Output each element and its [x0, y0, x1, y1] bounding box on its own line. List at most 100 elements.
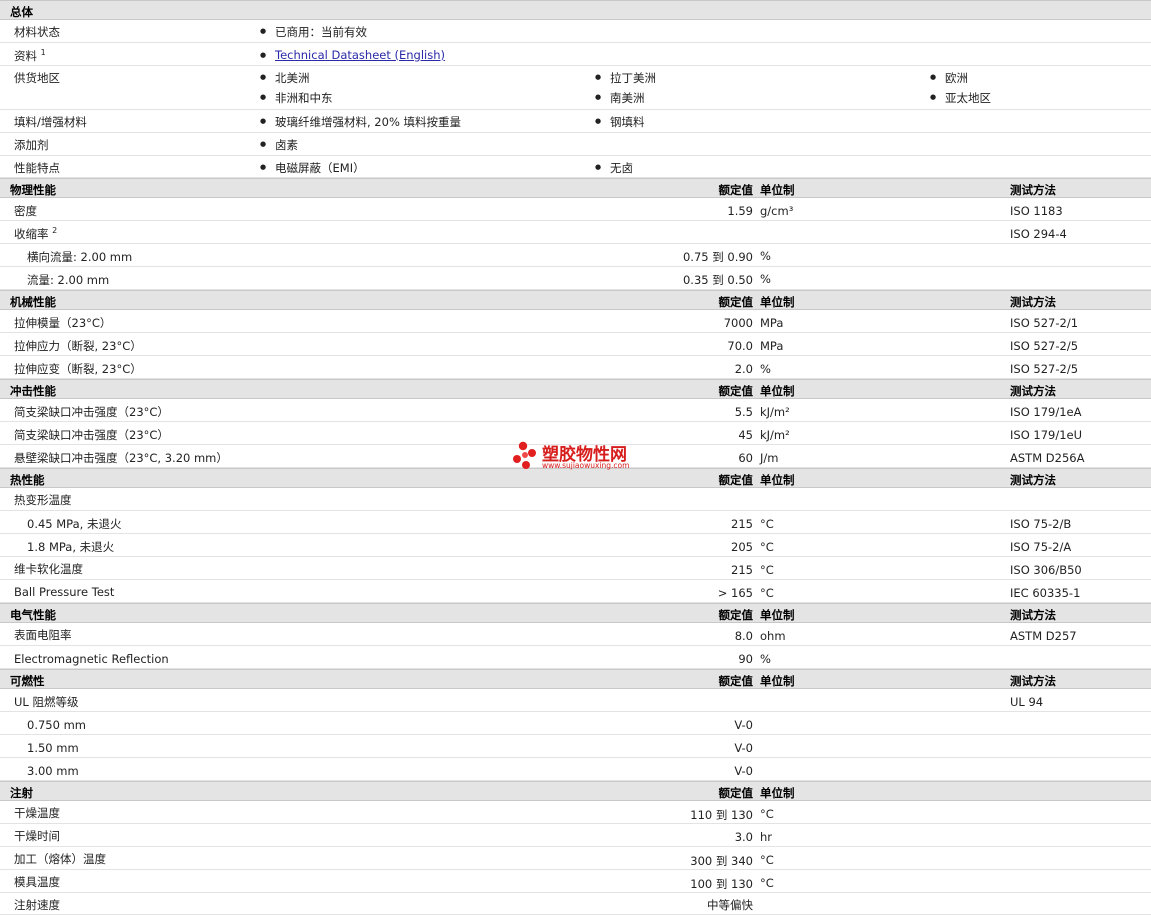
property-unit: %: [760, 272, 771, 286]
property-value: 215: [731, 563, 753, 577]
test-method: ISO 527-2/5: [1010, 339, 1079, 353]
row-label: 填料/增强材料: [14, 115, 87, 129]
property-name: 收缩率 2: [14, 226, 57, 242]
bullet-icon: [260, 160, 266, 174]
property-value: 205: [731, 540, 753, 554]
table-row: 拉伸模量（23°C） 7000 MPa ISO 527-2/1: [0, 310, 1151, 333]
row-label: 材料状态: [14, 25, 60, 39]
col-header-method: 测试方法: [1010, 608, 1056, 622]
region-item: 南美洲: [610, 91, 645, 105]
property-unit: MPa: [760, 339, 784, 353]
test-method: ISO 294-4: [1010, 227, 1067, 241]
table-row: 注射速度 中等偏快: [0, 893, 1151, 915]
section-title: 热性能: [10, 473, 45, 487]
property-name: 干燥时间: [14, 829, 60, 843]
row-features: 性能特点 电磁屏蔽（EMI） 无卤: [0, 156, 1151, 178]
property-name: 简支梁缺口冲击强度（23°C）: [14, 428, 169, 442]
table-row: 表面电阻率 8.0 ohm ASTM D257: [0, 623, 1151, 646]
property-name: 热变形温度: [14, 493, 72, 507]
filler-item: 钢填料: [610, 115, 645, 129]
region-item: 北美洲: [275, 71, 310, 85]
property-value: 1.59: [727, 204, 753, 218]
property-name: 拉伸模量（23°C）: [14, 316, 112, 330]
section-header-physical: 物理性能 额定值 单位制 测试方法: [0, 178, 1151, 198]
region-item: 亚太地区: [945, 91, 991, 105]
table-row: 干燥时间 3.0 hr: [0, 824, 1151, 847]
table-row: 0.750 mm V-0: [0, 712, 1151, 735]
property-name: 表面电阻率: [14, 628, 72, 642]
property-name: 横向流量: 2.00 mm: [27, 250, 133, 264]
property-name: 3.00 mm: [27, 764, 79, 778]
property-value: V-0: [734, 741, 753, 755]
section-header-impact: 冲击性能 额定值 单位制 测试方法: [0, 379, 1151, 399]
technical-datasheet-link[interactable]: Technical Datasheet (English): [275, 48, 445, 62]
test-method: ISO 527-2/1: [1010, 316, 1079, 330]
molecule-icon: [513, 441, 536, 469]
bullet-icon: [260, 48, 266, 62]
property-unit: MPa: [760, 316, 784, 330]
col-header-value: 额定值: [718, 295, 754, 309]
property-name: 1.50 mm: [27, 741, 79, 755]
table-row: 干燥温度 110 到 130 °C: [0, 801, 1151, 824]
feature-item: 电磁屏蔽（EMI）: [275, 161, 365, 175]
property-value: 3.0: [734, 830, 753, 844]
property-value: 300 到 340: [690, 854, 753, 868]
col-header-unit: 单位制: [760, 183, 795, 197]
col-header-value: 额定值: [718, 473, 754, 487]
property-value: 5.5: [734, 405, 753, 419]
test-method: ISO 179/1eU: [1010, 428, 1083, 442]
col-header-method: 测试方法: [1010, 295, 1056, 309]
table-row: Electromagnetic Reflection 90 %: [0, 646, 1151, 669]
property-value: 7000: [723, 316, 753, 330]
section-title: 冲击性能: [10, 384, 56, 398]
region-item: 欧洲: [945, 71, 968, 85]
row-label: 资料 1: [14, 48, 46, 64]
bullet-icon: [260, 90, 266, 104]
bullet-icon: [595, 114, 601, 128]
property-unit: °C: [760, 807, 774, 821]
row-resources: 资料 1 Technical Datasheet (English): [0, 43, 1151, 66]
footnote-ref: 1: [40, 48, 46, 58]
property-name: 注射速度: [14, 898, 60, 912]
property-unit: °C: [760, 876, 774, 890]
bullet-icon: [930, 70, 936, 84]
property-unit: g/cm³: [760, 204, 794, 218]
property-value: 8.0: [734, 629, 753, 643]
col-header-unit: 单位制: [760, 786, 795, 800]
table-row: 横向流量: 2.00 mm 0.75 到 0.90 %: [0, 244, 1151, 267]
col-header-value: 额定值: [718, 786, 754, 800]
bullet-icon: [930, 90, 936, 104]
table-row: 密度 1.59 g/cm³ ISO 1183: [0, 198, 1151, 221]
test-method: ASTM D257: [1010, 629, 1077, 643]
bullet-icon: [260, 70, 266, 84]
section-title: 电气性能: [10, 608, 56, 622]
col-header-value: 额定值: [718, 674, 754, 688]
bullet-icon: [595, 160, 601, 174]
row-value: 已商用：当前有效: [275, 25, 367, 39]
property-unit: kJ/m²: [760, 405, 790, 419]
property-value: 0.75 到 0.90: [682, 250, 753, 264]
row-filler: 填料/增强材料 玻璃纤维增强材料, 20% 填料按重量 钢填料: [0, 110, 1151, 133]
property-name: 拉伸应力（断裂, 23°C）: [14, 339, 142, 353]
property-value: > 165: [717, 586, 753, 600]
col-header-value: 额定值: [718, 384, 754, 398]
property-unit: °C: [760, 540, 774, 554]
section-header-flammability: 可燃性 额定值 单位制 测试方法: [0, 669, 1151, 689]
section-title: 可燃性: [10, 674, 45, 688]
section-header-mechanical: 机械性能 额定值 单位制 测试方法: [0, 290, 1151, 310]
bullet-icon: [595, 70, 601, 84]
row-label: 添加剂: [14, 138, 49, 152]
test-method: ISO 75-2/B: [1010, 517, 1072, 531]
col-header-unit: 单位制: [760, 608, 795, 622]
property-name: 干燥温度: [14, 806, 60, 820]
bullet-icon: [260, 114, 266, 128]
property-name-text: 收缩率: [14, 227, 49, 241]
table-row: 拉伸应力（断裂, 23°C） 70.0 MPa ISO 527-2/5: [0, 333, 1151, 356]
table-row: 1.50 mm V-0: [0, 735, 1151, 758]
property-name: 0.45 MPa, 未退火: [27, 517, 122, 531]
property-name: 加工（熔体）温度: [14, 852, 106, 866]
watermark-url: www.sujiaowuxing.com: [542, 461, 630, 470]
property-unit: %: [760, 652, 771, 666]
feature-item: 无卤: [610, 161, 633, 175]
property-value: 70.0: [727, 339, 753, 353]
